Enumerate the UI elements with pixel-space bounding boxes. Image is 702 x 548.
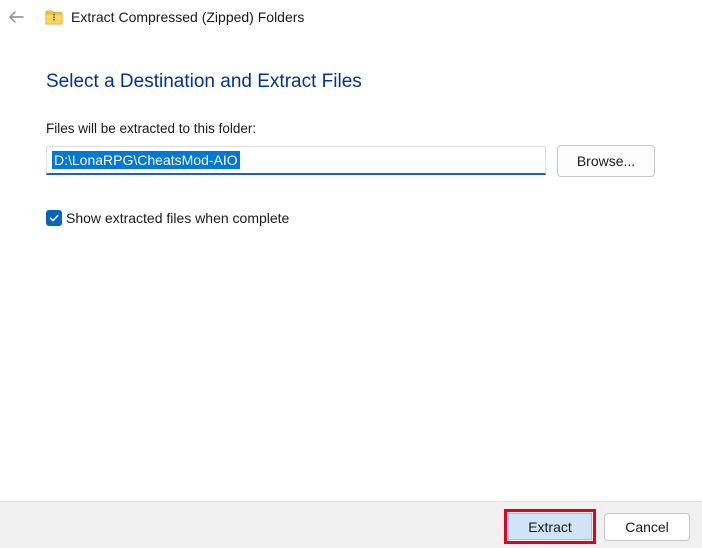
show-files-label: Show extracted files when complete (66, 210, 290, 226)
extract-dialog: Extract Compressed (Zipped) Folders Sele… (0, 0, 702, 548)
checkmark-icon (49, 214, 59, 222)
title-bar: Extract Compressed (Zipped) Folders (0, 0, 702, 36)
destination-path-input[interactable]: D:\LonaRPG\CheatsMod-AIO (46, 146, 546, 175)
browse-button[interactable]: Browse... (557, 145, 655, 177)
destination-label: Files will be extracted to this folder: (46, 121, 257, 136)
arrow-left-icon (9, 11, 24, 23)
cancel-button[interactable]: Cancel (604, 513, 690, 541)
button-bar (0, 501, 702, 548)
window-title: Extract Compressed (Zipped) Folders (71, 9, 305, 25)
show-extracted-files-option[interactable]: Show extracted files when complete (46, 208, 289, 228)
zipped-folder-icon (45, 10, 63, 25)
destination-path-value: D:\LonaRPG\CheatsMod-AIO (52, 151, 240, 169)
extract-button[interactable]: Extract (504, 509, 596, 544)
page-heading: Select a Destination and Extract Files (46, 71, 362, 92)
show-files-checkbox[interactable] (46, 210, 62, 226)
back-button[interactable] (4, 5, 28, 29)
